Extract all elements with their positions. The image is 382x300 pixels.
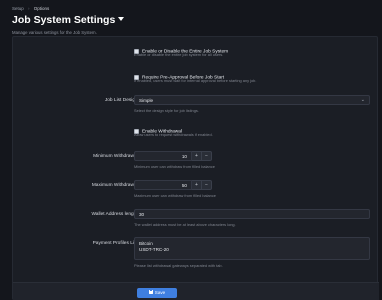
min-withdrawal-plus-button[interactable]: +	[192, 151, 202, 161]
wallet-length-input[interactable]: 30	[134, 209, 370, 219]
max-withdrawal-minus-button[interactable]: −	[202, 180, 212, 190]
page-title-text: Job System Settings	[12, 14, 116, 26]
caret-down-icon[interactable]	[118, 17, 125, 21]
payment-profiles-textarea[interactable]: Bitcoin USDT-TRC-20	[134, 237, 370, 260]
breadcrumb-setup[interactable]: Setup	[12, 6, 24, 11]
max-withdrawal-hint: Maximum user can withdraw from filled ba…	[134, 193, 216, 198]
max-withdrawal-stepper: 50 + −	[134, 180, 212, 190]
form-footer: Save	[13, 282, 379, 300]
list-design-select[interactable]: Simple ⌄	[134, 95, 370, 105]
enable-withdrawal-hint: Allow users to request withdrawals if en…	[134, 132, 213, 137]
wallet-length-value: 30	[139, 212, 145, 218]
wallet-length-hint: The wallet address must be at least abov…	[134, 222, 236, 227]
page-subtitle: Manage various settings for the Job Syst…	[12, 30, 97, 35]
wallet-length-label: Wallet Address lenght:	[91, 212, 139, 217]
breadcrumb-options[interactable]: Options	[34, 6, 50, 11]
list-design-value: Simple	[139, 98, 154, 104]
max-withdrawal-input[interactable]: 50	[134, 180, 192, 190]
require-approval-hint: If enabled, users must wait for internal…	[134, 78, 257, 83]
enable-system-hint: Enable or disable the entire job system …	[134, 52, 224, 57]
min-withdrawal-minus-button[interactable]: −	[202, 151, 212, 161]
page-title[interactable]: Job System Settings	[12, 14, 125, 26]
chevron-down-icon: ⌄	[360, 97, 365, 103]
payment-profile-line: USDT-TRC-20	[139, 247, 169, 252]
breadcrumb-separator: ›	[28, 6, 30, 11]
save-button-label: Save	[154, 289, 166, 295]
breadcrumb: Setup › Options	[12, 6, 49, 11]
min-withdrawal-hint: Minimum user can withdraw from filled ba…	[134, 164, 215, 169]
save-button[interactable]: Save	[137, 287, 177, 298]
max-withdrawal-plus-button[interactable]: +	[192, 180, 202, 190]
list-design-hint: Select the design style for job listings…	[134, 108, 199, 113]
min-withdrawal-input[interactable]: 10	[134, 151, 192, 161]
page: Setup › Options Job System Settings Mana…	[0, 0, 382, 300]
floppy-disk-icon	[148, 289, 153, 294]
payment-profiles-hint: Please list withdrawal gateways separate…	[134, 263, 223, 268]
min-withdrawal-label: Minimum Withdrawal:	[93, 154, 139, 159]
settings-panel: Enable or Disable the Entire Job System …	[12, 36, 379, 300]
payment-profiles-label: Payment Profiles List:	[92, 241, 139, 246]
max-withdrawal-label: Maximum Withdrawal:	[91, 183, 139, 188]
min-withdrawal-stepper: 10 + −	[134, 151, 212, 161]
